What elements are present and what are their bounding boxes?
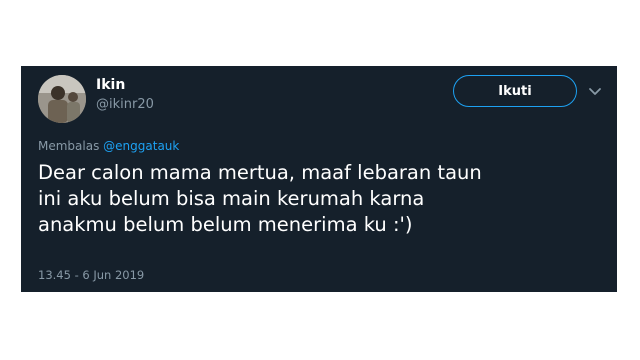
chevron-down-icon[interactable] — [587, 83, 603, 99]
tweet-timestamp[interactable]: 13.45 - 6 Jun 2019 — [38, 268, 144, 282]
display-name[interactable]: Ikin — [96, 77, 125, 93]
follow-button[interactable]: Ikuti — [453, 75, 577, 107]
tweet-text-line: Dear calon mama mertua, maaf lebaran tau… — [38, 161, 482, 184]
tweet-text-line: anakmu belum belum menerima ku :') — [38, 213, 413, 236]
tweet-card: Ikin @ikinr20 Ikuti Membalas @enggatauk … — [21, 66, 617, 292]
reply-prefix: Membalas — [38, 139, 100, 153]
tweet-text-line: ini aku belum bisa main kerumah karna — [38, 187, 425, 210]
avatar[interactable] — [38, 75, 86, 123]
tweet-text: Dear calon mama mertua, maaf lebaran tau… — [38, 160, 598, 238]
reply-mention-link[interactable]: @enggatauk — [103, 139, 179, 153]
user-handle[interactable]: @ikinr20 — [96, 97, 154, 112]
reply-context: Membalas @enggatauk — [38, 139, 179, 153]
